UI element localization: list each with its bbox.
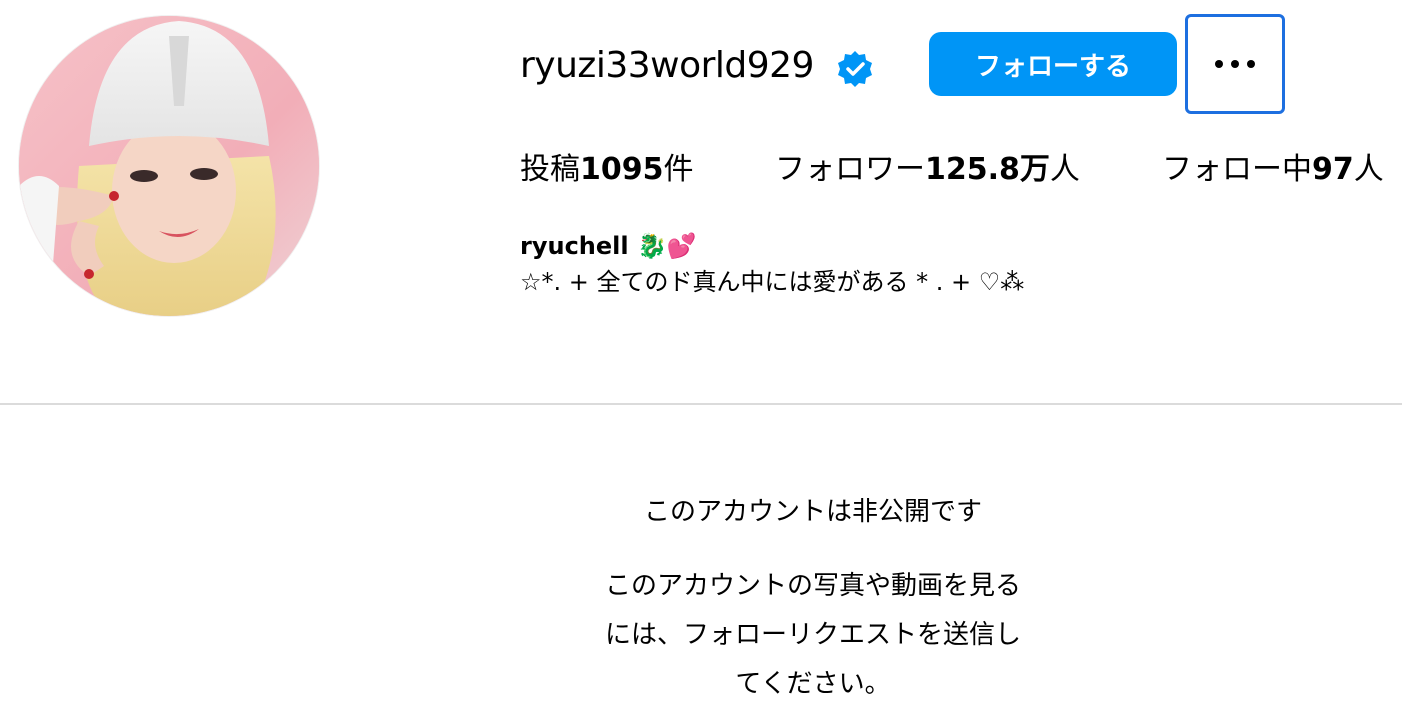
followers-count-stat[interactable]: フォロワー125.8万人 bbox=[775, 148, 1080, 192]
private-message-line: このアカウントの写真や動画を見る bbox=[604, 571, 1021, 601]
followers-suffix: 人 bbox=[1049, 152, 1080, 187]
following-count-stat[interactable]: フォロー中97人 bbox=[1162, 148, 1384, 192]
following-label: フォロー中 bbox=[1162, 152, 1312, 187]
private-account-message: このアカウントの写真や動画を見る には、フォローリクエストを送信し てください。 bbox=[565, 562, 1061, 709]
private-account-title: このアカウントは非公開です bbox=[643, 497, 982, 527]
posts-suffix: 件 bbox=[663, 152, 694, 187]
avatar-image bbox=[19, 16, 319, 316]
bio-display-name: ryuchell 🐉💕 bbox=[520, 232, 697, 260]
private-message-line: には、フォローリクエストを送信し bbox=[604, 620, 1021, 650]
following-suffix: 人 bbox=[1353, 152, 1384, 187]
verified-badge-icon bbox=[838, 51, 872, 87]
followers-label: フォロワー bbox=[775, 152, 925, 187]
profile-username: ryuzi33world929 bbox=[520, 45, 814, 86]
following-count: 97 bbox=[1312, 152, 1354, 187]
bio-text: ☆*. + 全てのド真ん中には愛がある * . + ♡⁂ bbox=[520, 268, 1025, 296]
posts-count: 1095 bbox=[580, 152, 664, 187]
posts-label: 投稿 bbox=[520, 152, 580, 187]
more-options-button[interactable] bbox=[1185, 14, 1285, 114]
posts-count-stat: 投稿1095件 bbox=[520, 148, 694, 192]
private-message-line: てください。 bbox=[735, 669, 891, 699]
follow-button[interactable]: フォローする bbox=[929, 32, 1177, 96]
profile-avatar[interactable] bbox=[19, 16, 319, 316]
more-horizontal-icon bbox=[1215, 60, 1255, 68]
section-divider bbox=[0, 403, 1402, 405]
followers-count: 125.8万 bbox=[925, 152, 1050, 187]
